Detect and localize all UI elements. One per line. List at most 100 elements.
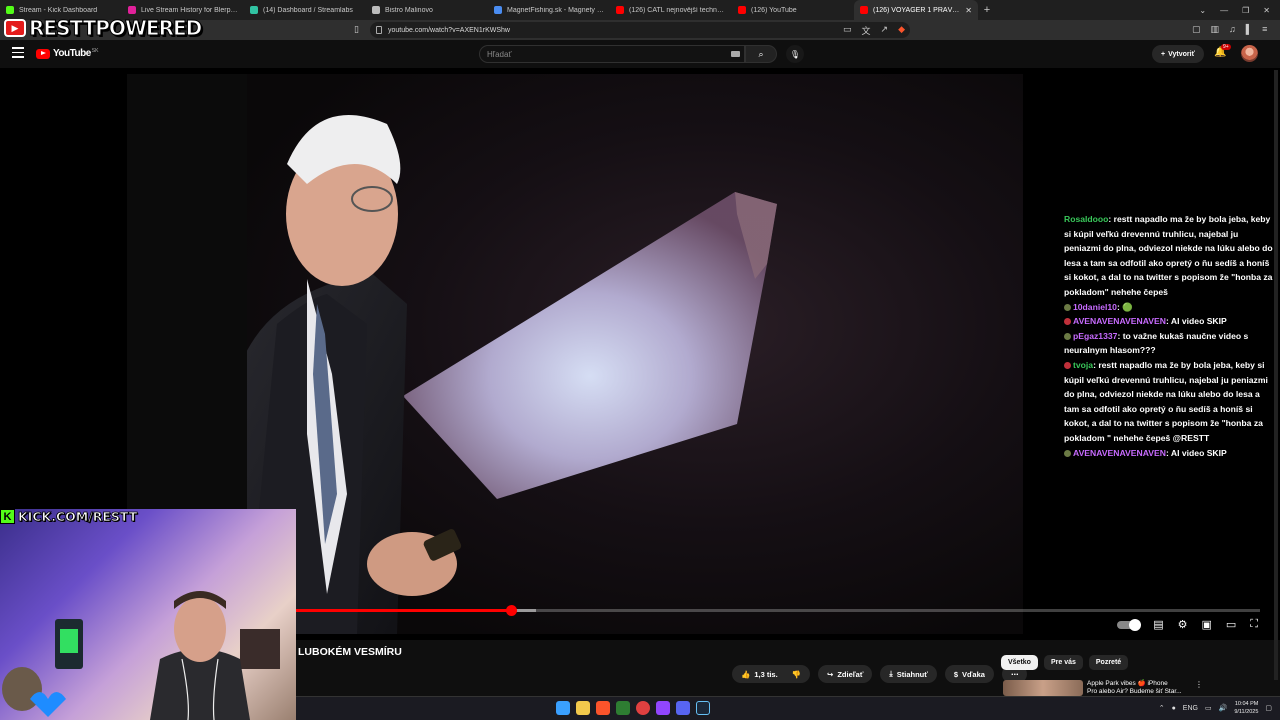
address-bar[interactable]: youtube.com/watch?v=AXEN1rKWShw (370, 22, 910, 38)
close-window-icon[interactable]: ✕ (1263, 6, 1270, 15)
thanks-label: Vďaka (962, 669, 985, 679)
chat-text: 🟢 (1122, 301, 1133, 312)
file-explorer-icon[interactable] (576, 701, 590, 715)
browser-tab[interactable]: (126) YouTube (732, 0, 854, 20)
terminal-icon[interactable] (616, 701, 630, 715)
browser-tab[interactable]: MagnetFishing.sk - Magnety a laná g (488, 0, 610, 20)
brave-browser-icon[interactable] (596, 701, 610, 715)
account-avatar[interactable] (1241, 45, 1258, 62)
kick-logo-icon: K (0, 509, 15, 524)
discord-icon[interactable] (676, 701, 690, 715)
search-button[interactable]: ⌕ (745, 45, 777, 63)
language-indicator[interactable]: ENG (1183, 705, 1198, 712)
minimize-icon[interactable]: — (1220, 6, 1228, 15)
youtube-logo[interactable]: YouTube SK (36, 48, 98, 59)
region-code: SK (91, 47, 99, 54)
youtube-logo-text: YouTube (53, 48, 91, 59)
start-menu-icon[interactable] (556, 701, 570, 715)
close-tab-icon[interactable]: ✕ (965, 6, 972, 15)
tab-favicon-icon (616, 6, 624, 14)
brand-text: RESTTPOWERED (28, 16, 202, 41)
bookmark-icon[interactable]: ▯ (354, 24, 359, 35)
chat-message: pEgaz1337: to važne kukaš naučne video s… (1064, 329, 1276, 358)
brave-shield-icon[interactable]: ◆ (898, 24, 905, 37)
progress-scrubber[interactable] (505, 605, 517, 616)
keyboard-icon[interactable] (731, 51, 740, 57)
sidebar-icon[interactable]: ▥ (1211, 24, 1220, 35)
menu-icon[interactable]: ≡ (1262, 24, 1267, 35)
tray-chevron-icon[interactable]: ⌃ (1159, 704, 1165, 712)
recommended-more-icon[interactable]: ⋮ (1195, 680, 1203, 689)
dislike-icon[interactable]: 👎 (792, 670, 801, 679)
twitch-icon[interactable] (656, 701, 670, 715)
guide-menu-icon[interactable] (12, 47, 24, 61)
tab-favicon-icon (6, 6, 14, 14)
taskbar-clock[interactable]: 10:04 PM 9/11/2025 (1234, 700, 1258, 716)
chat-username: pEgaz1337 (1073, 330, 1118, 341)
split-view-icon[interactable]: ▌ (1246, 24, 1252, 35)
media-icon[interactable]: ♫ (1229, 24, 1236, 35)
chat-text: AI video SKIP (1170, 447, 1227, 458)
tab-favicon-icon (372, 6, 380, 14)
like-button[interactable]: 👍 1,3 tis. 👎 (732, 665, 811, 683)
search-placeholder: Hľadať (487, 49, 512, 59)
chat-badge-icon (1064, 318, 1071, 326)
extensions-icon[interactable]: ▢ (1192, 24, 1201, 35)
create-label: Vytvoriť (1168, 50, 1195, 58)
browser-tab[interactable]: (14) Dashboard / Streamlabs (244, 0, 366, 20)
tab-title: (126) CATL nejnovější technologie h (629, 6, 726, 14)
new-tab-button[interactable]: + (978, 0, 996, 20)
subtitles-icon[interactable]: ▤ (1153, 618, 1163, 631)
volume-icon[interactable]: 🔊 (1219, 704, 1228, 712)
browser-tab[interactable]: (126) VOYAGER 1 PRÁVĚ ZAZ ✕ (854, 0, 978, 20)
filter-chip[interactable]: Pre vás (1043, 655, 1083, 670)
share-icon[interactable]: ↗ (881, 24, 889, 37)
tab-title: (14) Dashboard / Streamlabs (263, 6, 353, 14)
tab-title: (126) YouTube (751, 6, 797, 14)
kick-url-text: KICK.COM/RESTT (18, 509, 138, 525)
recommended-video-title-line2: Pro alebo Air? Budeme šiť Star... (1087, 688, 1182, 695)
recommended-video[interactable]: Apple Park vibes 🍎 iPhone Pro alebo Air?… (1003, 680, 1203, 696)
chat-message: tvoja: restt napadlo ma že by bola jeba,… (1064, 358, 1276, 446)
notification-center-icon[interactable]: ▢ (1265, 704, 1272, 712)
network-icon[interactable]: ▭ (1205, 704, 1212, 712)
site-info-icon[interactable] (376, 26, 382, 34)
theater-mode-icon[interactable]: ▭ (1226, 618, 1236, 631)
share-arrow-icon: ↪ (827, 669, 834, 679)
screen: Stream - Kick Dashboard Live Stream Histo… (0, 0, 1280, 720)
chat-badge-icon (1064, 449, 1071, 457)
tray-app-icon[interactable]: ● (1172, 705, 1176, 712)
filter-chip[interactable]: Všetko (1001, 655, 1038, 670)
thanks-button[interactable]: $ Vďaka (944, 665, 994, 683)
tab-search-icon[interactable]: ⌄ (1199, 6, 1206, 15)
create-button[interactable]: + Vytvoriť (1152, 45, 1204, 63)
translate-icon[interactable]: 文 (862, 24, 871, 37)
download-icon: ⤓ (889, 669, 893, 678)
fullscreen-icon[interactable]: ⛶ (1250, 618, 1258, 631)
recommended-video-title-line1: Apple Park vibes 🍎 iPhone (1087, 680, 1168, 687)
browser-tab[interactable]: Bistro Malinovo (366, 0, 488, 20)
search-input[interactable]: Hľadať (479, 45, 745, 63)
url-text: youtube.com/watch?v=AXEN1rKWShw (388, 26, 510, 34)
maximize-icon[interactable]: ❐ (1242, 6, 1249, 15)
video-progress-bar[interactable] (296, 605, 1260, 616)
youtube-masthead: YouTube SK Hľadať ⌕ 🎙 + Vytvoriť 🔔 9+ (0, 40, 1280, 68)
cast-icon[interactable]: ▭ (843, 24, 852, 37)
system-tray: ⌃ ● ENG ▭ 🔊 10:04 PM 9/11/2025 ▢ (1159, 700, 1272, 716)
settings-icon[interactable]: ⚙ (1178, 618, 1188, 631)
download-button[interactable]: ⤓ Stiahnuť (880, 665, 937, 683)
chrome-icon[interactable] (636, 701, 650, 715)
video-actions: 👍 1,3 tis. 👎 ↪ Zdieľať ⤓ Stiahnuť $ Vďak… (732, 665, 1028, 683)
filter-chip[interactable]: Pozreté (1088, 655, 1129, 670)
miniplayer-icon[interactable]: ▣ (1201, 618, 1211, 631)
browser-tab[interactable]: (126) CATL nejnovější technologie h (610, 0, 732, 20)
steam-icon[interactable] (696, 701, 710, 715)
autoplay-toggle[interactable] (1117, 618, 1142, 631)
share-button[interactable]: ↪ Zdieľať (818, 665, 873, 683)
video-frame[interactable] (247, 74, 1023, 634)
taskbar-pinned-apps (556, 701, 710, 715)
recommended-video-thumbnail[interactable] (1003, 680, 1083, 696)
voice-search-button[interactable]: 🎙 (786, 45, 804, 63)
tab-title: (126) VOYAGER 1 PRÁVĚ ZAZ (873, 6, 961, 14)
chat-text: AI video SKIP (1170, 316, 1227, 327)
